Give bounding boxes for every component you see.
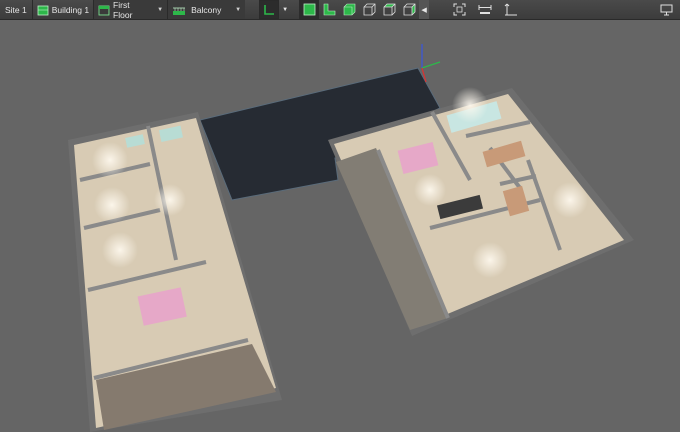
box-top-button[interactable] (379, 0, 399, 19)
collapse-button[interactable]: ◀ (419, 0, 430, 19)
box-solid-icon (303, 3, 315, 16)
building-selector[interactable]: Building 1 (33, 0, 93, 19)
3d-viewport[interactable] (0, 20, 680, 432)
box-floor-icon (343, 3, 355, 16)
wall-tool-button[interactable] (259, 0, 280, 19)
top-toolbar: Site 1 Building 1 First Floor ▼ Balcony … (0, 0, 680, 20)
floor-label: First Floor (113, 0, 133, 20)
box-top-icon (383, 3, 395, 16)
site-label: Site 1 (5, 4, 27, 15)
fit-view-button[interactable] (449, 0, 469, 19)
floor-icon (98, 5, 110, 15)
floor-dropdown[interactable]: First Floor ▼ (93, 0, 168, 20)
box-solid-button[interactable] (299, 0, 320, 19)
building-label: Building 1 (51, 4, 90, 15)
box-side-button[interactable] (399, 0, 419, 19)
box-floor-button[interactable] (339, 0, 359, 19)
wall-tool-dropdown[interactable]: ▼ (279, 0, 291, 19)
l-shape-button[interactable] (319, 0, 339, 19)
measure-button[interactable] (501, 0, 521, 19)
chevron-down-icon: ▼ (282, 6, 289, 13)
area-label: Balcony (191, 4, 222, 15)
measure-icon (504, 3, 518, 16)
l-shape-icon (323, 3, 335, 16)
floor-plan-render (68, 44, 634, 432)
balcony-icon (173, 7, 186, 15)
building-icon (37, 5, 49, 15)
chevron-down-icon: ▼ (235, 6, 242, 13)
box-side-icon (403, 3, 415, 16)
dimension-icon (478, 5, 492, 14)
fit-view-icon (453, 3, 466, 16)
site-selector[interactable]: Site 1 (0, 0, 32, 19)
area-dropdown[interactable]: Balcony ▼ (167, 0, 246, 19)
box-outline-button[interactable] (359, 0, 379, 19)
wall-tool-icon (264, 4, 275, 15)
monitor-icon (660, 4, 672, 15)
collapse-arrow-icon: ◀ (421, 6, 427, 14)
axis-gizmo[interactable] (421, 44, 441, 83)
dimension-button[interactable] (475, 0, 495, 19)
box-outline-icon (363, 3, 375, 16)
monitor-button[interactable] (656, 0, 676, 19)
chevron-down-icon: ▼ (157, 6, 164, 13)
